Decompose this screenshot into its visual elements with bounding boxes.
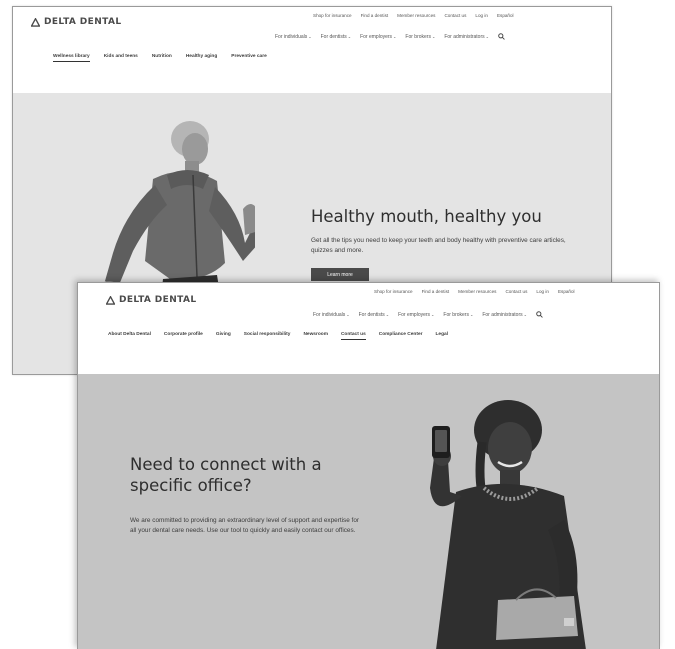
primary-nav-individuals[interactable]: For individuals⌄ bbox=[275, 34, 312, 40]
primary-nav-brokers[interactable]: For brokers⌄ bbox=[405, 34, 435, 40]
nav-label: For employers bbox=[360, 33, 393, 40]
delta-triangle-icon bbox=[106, 295, 115, 305]
contact-us-screenshot: DELTA DENTAL Shop for insurance Find a d… bbox=[77, 282, 660, 649]
sub-nav: About Delta Dental Corporate profile Giv… bbox=[108, 332, 448, 340]
nav-label: For individuals bbox=[313, 311, 346, 318]
utility-link-login[interactable]: Log in bbox=[475, 13, 488, 18]
tab-healthy-aging[interactable]: Healthy aging bbox=[186, 54, 217, 62]
search-icon[interactable] bbox=[498, 33, 505, 40]
tab-newsroom[interactable]: Newsroom bbox=[303, 332, 328, 340]
learn-more-button[interactable]: Learn more bbox=[311, 268, 369, 281]
utility-link-shop[interactable]: Shop for insurance bbox=[374, 289, 413, 294]
utility-link-find-dentist[interactable]: Find a dentist bbox=[361, 13, 389, 18]
primary-nav-administrators[interactable]: For administrators⌄ bbox=[482, 312, 527, 318]
chevron-down-icon: ⌄ bbox=[431, 311, 435, 317]
utility-nav: Shop for insurance Find a dentist Member… bbox=[313, 13, 514, 18]
utility-link-espanol[interactable]: Español bbox=[558, 289, 575, 294]
primary-nav-dentists[interactable]: For dentists⌄ bbox=[359, 312, 389, 318]
chevron-down-icon: ⌄ bbox=[385, 311, 390, 317]
utility-link-login[interactable]: Log in bbox=[536, 289, 549, 294]
tab-kids-and-teens[interactable]: Kids and teens bbox=[104, 54, 138, 62]
tab-corporate-profile[interactable]: Corporate profile bbox=[164, 332, 203, 340]
primary-nav-administrators[interactable]: For administrators⌄ bbox=[444, 34, 489, 40]
utility-link-contact[interactable]: Contact us bbox=[505, 289, 527, 294]
chevron-down-icon: ⌄ bbox=[523, 311, 527, 317]
nav-label: For individuals bbox=[275, 33, 308, 40]
primary-nav-brokers[interactable]: For brokers⌄ bbox=[443, 312, 473, 318]
nav-label: For brokers bbox=[443, 311, 469, 318]
utility-link-find-dentist[interactable]: Find a dentist bbox=[422, 289, 450, 294]
chevron-down-icon: ⌄ bbox=[469, 311, 474, 317]
utility-link-member-resources[interactable]: Member resources bbox=[458, 289, 496, 294]
logo-text: DELTA DENTAL bbox=[44, 17, 122, 27]
chevron-down-icon: ⌄ bbox=[431, 33, 436, 39]
tab-about-delta-dental[interactable]: About Delta Dental bbox=[108, 332, 151, 340]
nav-label: For dentists bbox=[358, 311, 385, 318]
hero-description: Get all the tips you need to keep your t… bbox=[311, 237, 566, 254]
sub-nav: Wellness library Kids and teens Nutritio… bbox=[53, 54, 267, 62]
logo-text: DELTA DENTAL bbox=[119, 295, 197, 305]
delta-dental-logo[interactable]: DELTA DENTAL bbox=[31, 17, 122, 27]
utility-link-contact[interactable]: Contact us bbox=[444, 13, 466, 18]
chevron-down-icon: ⌄ bbox=[393, 33, 397, 39]
tab-wellness-library[interactable]: Wellness library bbox=[53, 54, 90, 62]
hero-title: Healthy mouth, healthy you bbox=[311, 207, 542, 226]
tab-preventive-care[interactable]: Preventive care bbox=[231, 54, 266, 62]
primary-nav: For individuals⌄ For dentists⌄ For emplo… bbox=[275, 33, 505, 40]
chevron-down-icon: ⌄ bbox=[308, 33, 312, 39]
chevron-down-icon: ⌄ bbox=[346, 311, 350, 317]
woman-with-phone-image bbox=[430, 400, 586, 649]
primary-nav-employers[interactable]: For employers⌄ bbox=[360, 34, 396, 40]
primary-nav-individuals[interactable]: For individuals⌄ bbox=[313, 312, 350, 318]
primary-nav: For individuals⌄ For dentists⌄ For emplo… bbox=[313, 311, 543, 318]
tab-contact-us[interactable]: Contact us bbox=[340, 332, 366, 340]
tab-compliance-center[interactable]: Compliance Center bbox=[379, 332, 423, 340]
primary-nav-employers[interactable]: For employers⌄ bbox=[398, 312, 434, 318]
delta-dental-logo[interactable]: DELTA DENTAL bbox=[106, 295, 197, 305]
utility-link-shop[interactable]: Shop for insurance bbox=[313, 13, 352, 18]
hero-banner: Need to connect with a specific office? … bbox=[78, 374, 659, 649]
delta-triangle-icon bbox=[31, 17, 40, 27]
nav-label: For administrators bbox=[482, 311, 523, 318]
utility-link-espanol[interactable]: Español bbox=[497, 13, 514, 18]
tab-giving[interactable]: Giving bbox=[216, 332, 231, 340]
chevron-down-icon: ⌄ bbox=[485, 33, 489, 39]
nav-label: For employers bbox=[398, 311, 431, 318]
chevron-down-icon: ⌄ bbox=[347, 33, 352, 39]
utility-link-member-resources[interactable]: Member resources bbox=[397, 13, 435, 18]
tab-nutrition[interactable]: Nutrition bbox=[152, 54, 172, 62]
hero-description: We are committed to providing an extraor… bbox=[130, 517, 359, 534]
nav-label: For brokers bbox=[405, 33, 431, 40]
hero-title: Need to connect with a specific office? bbox=[130, 455, 322, 496]
utility-nav: Shop for insurance Find a dentist Member… bbox=[374, 289, 575, 294]
primary-nav-dentists[interactable]: For dentists⌄ bbox=[321, 34, 351, 40]
search-icon[interactable] bbox=[536, 311, 543, 318]
tab-social-responsibility[interactable]: Social responsibility bbox=[244, 332, 291, 340]
nav-label: For administrators bbox=[444, 33, 485, 40]
nav-label: For dentists bbox=[320, 33, 347, 40]
tab-legal[interactable]: Legal bbox=[435, 332, 448, 340]
